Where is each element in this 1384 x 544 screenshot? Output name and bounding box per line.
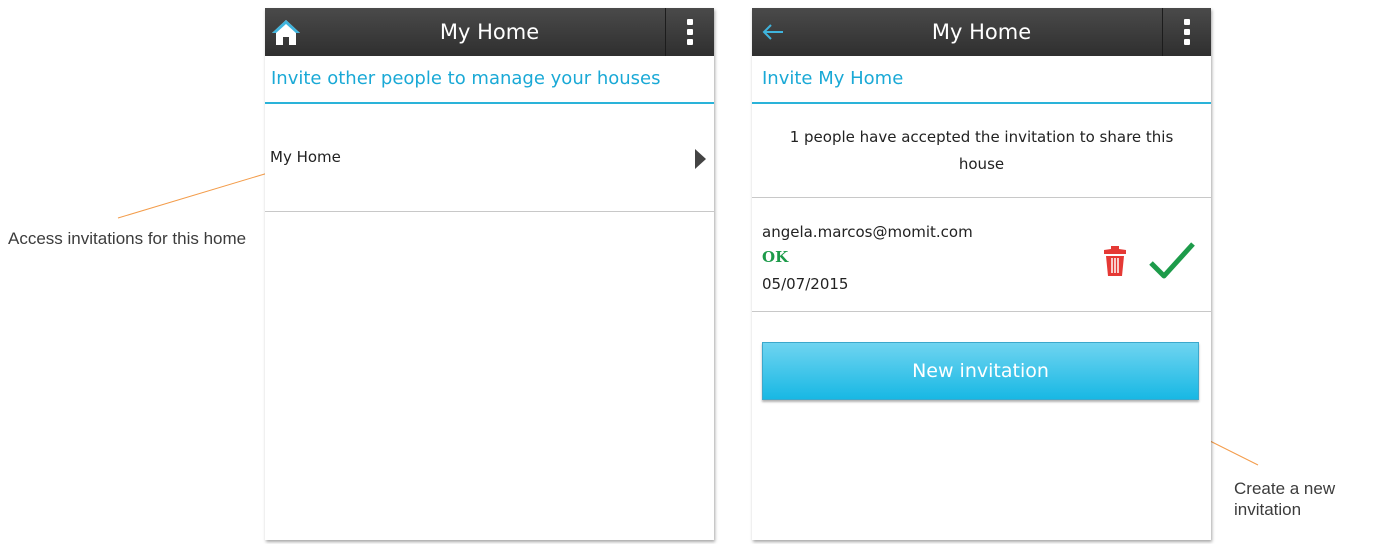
section-header: Invite other people to manage your house… [265, 56, 714, 104]
app-bar: My Home [265, 8, 714, 56]
app-title: My Home [931, 20, 1032, 44]
screen-invite-houses: My Home Invite other people to manage yo… [265, 8, 714, 540]
chevron-right-icon [695, 149, 706, 169]
trash-icon[interactable] [1102, 243, 1128, 277]
checkmark-icon [1149, 242, 1195, 279]
invitee-email: angela.marcos@momit.com [762, 223, 973, 241]
invitation-status: OK [762, 248, 789, 266]
leader-line-left [117, 172, 269, 219]
invitation-row: angela.marcos@momit.com OK 05/07/2015 [752, 199, 1211, 312]
new-invitation-button[interactable]: New invitation [762, 342, 1199, 400]
app-bar: My Home [752, 8, 1211, 56]
screen-invite-my-home: My Home Invite My Home 1 people have acc… [752, 8, 1211, 540]
house-list-item[interactable]: My Home [265, 104, 714, 212]
overflow-menu-button[interactable] [1162, 8, 1211, 56]
overflow-menu-icon [687, 17, 693, 47]
section-header: Invite My Home [752, 56, 1211, 104]
accepted-count-text: 1 people have accepted the invitation to… [752, 104, 1211, 198]
app-title: My Home [439, 20, 540, 44]
invitation-date: 05/07/2015 [762, 275, 849, 293]
overflow-menu-button[interactable] [665, 8, 714, 56]
overflow-menu-icon [1184, 17, 1190, 47]
house-name: My Home [270, 148, 341, 166]
